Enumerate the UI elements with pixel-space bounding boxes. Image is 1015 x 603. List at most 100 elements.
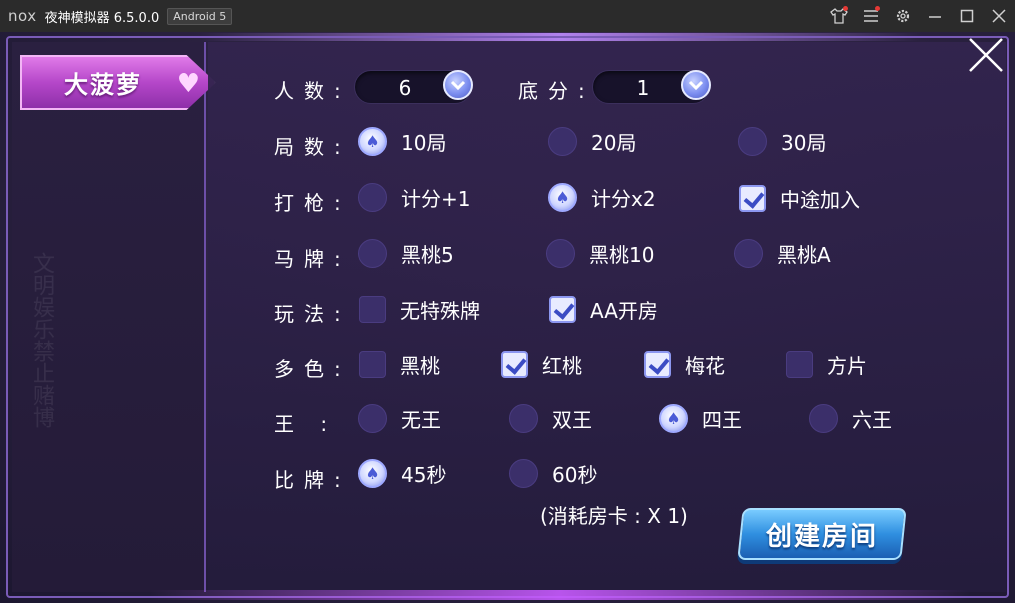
play-mode-label: 玩法: xyxy=(274,302,351,326)
heart-icon: ♥ xyxy=(176,69,200,99)
multi-color-label: 多色: xyxy=(274,357,351,381)
option-label: 梅花 xyxy=(685,354,725,378)
option-label: 计分+1 xyxy=(401,187,471,211)
base-score-label: 底分: xyxy=(518,79,595,103)
rounds-label: 局数: xyxy=(274,135,351,159)
radio-button[interactable] xyxy=(734,239,763,268)
option-label: 无王 xyxy=(401,408,441,432)
room-card-cost: (消耗房卡 : X 1) xyxy=(540,504,688,528)
rounds-option-20[interactable]: 20局 xyxy=(548,127,636,156)
notification-dot xyxy=(843,6,848,11)
kings-label: 王 : xyxy=(274,412,338,436)
option-label: 黑桃 xyxy=(400,354,440,378)
compare-option-45s[interactable]: 45秒 xyxy=(358,459,446,488)
radio-button[interactable] xyxy=(548,127,577,156)
checkbox[interactable] xyxy=(739,185,766,212)
checkbox[interactable] xyxy=(549,296,576,323)
close-icon[interactable] xyxy=(983,0,1015,32)
option-label: 双王 xyxy=(552,408,592,432)
option-label: AA开房 xyxy=(590,299,658,323)
radio-button[interactable] xyxy=(546,239,575,268)
rounds-option-30[interactable]: 30局 xyxy=(738,127,826,156)
horse-card-label: 马牌: xyxy=(274,247,351,271)
radio-button[interactable] xyxy=(358,239,387,268)
create-room-label: 创建房间 xyxy=(765,521,878,552)
radio-button[interactable] xyxy=(358,459,387,488)
radio-button[interactable] xyxy=(509,404,538,433)
option-label: 45秒 xyxy=(401,463,447,487)
android-version-badge: Android 5 xyxy=(167,7,233,25)
radio-button[interactable] xyxy=(358,404,387,433)
people-select[interactable]: 6 xyxy=(354,70,473,104)
sidebar-ghost-text: 文明娱乐禁止赌博 xyxy=(29,252,54,428)
checkbox[interactable] xyxy=(786,351,813,378)
checkbox[interactable] xyxy=(501,351,528,378)
checkbox[interactable] xyxy=(644,351,671,378)
gear-icon[interactable] xyxy=(887,0,919,32)
radio-button[interactable] xyxy=(358,127,387,156)
option-label: 六王 xyxy=(852,408,892,432)
option-label: 四王 xyxy=(702,408,742,432)
radio-button[interactable] xyxy=(659,404,688,433)
color-diamond-checkbox[interactable]: 方片 xyxy=(786,350,867,379)
option-label: 10局 xyxy=(401,131,447,155)
tab-label: 大菠萝 xyxy=(64,71,142,99)
option-label: 黑桃10 xyxy=(589,243,655,267)
option-label: 方片 xyxy=(827,354,867,378)
option-label: 计分x2 xyxy=(591,187,656,211)
option-label: 60秒 xyxy=(552,463,598,487)
color-spade-checkbox[interactable]: 黑桃 xyxy=(359,350,440,379)
rounds-option-10[interactable]: 10局 xyxy=(358,127,446,156)
horse-option-spade10[interactable]: 黑桃10 xyxy=(546,239,654,268)
shoot-option-x2[interactable]: 计分x2 xyxy=(548,183,656,212)
kings-option-two[interactable]: 双王 xyxy=(509,404,592,433)
color-heart-checkbox[interactable]: 红桃 xyxy=(501,350,582,379)
color-club-checkbox[interactable]: 梅花 xyxy=(644,350,725,379)
chevron-down-icon[interactable] xyxy=(443,70,473,100)
aa-room-checkbox[interactable]: AA开房 xyxy=(549,295,658,324)
tab-da-bo-luo[interactable]: 大菠萝 ♥ xyxy=(20,55,216,110)
radio-button[interactable] xyxy=(548,183,577,212)
horse-option-spadeA[interactable]: 黑桃A xyxy=(734,239,831,268)
close-dialog-button[interactable] xyxy=(966,35,1006,75)
maximize-icon[interactable] xyxy=(951,0,983,32)
no-special-card-checkbox[interactable]: 无特殊牌 xyxy=(359,295,480,324)
kings-option-six[interactable]: 六王 xyxy=(809,404,892,433)
radio-button[interactable] xyxy=(509,459,538,488)
minimize-icon[interactable] xyxy=(919,0,951,32)
bottom-glow xyxy=(150,590,970,600)
option-label: 黑桃A xyxy=(777,243,831,267)
kings-option-none[interactable]: 无王 xyxy=(358,404,441,433)
horse-option-spade5[interactable]: 黑桃5 xyxy=(358,239,454,268)
shirt-icon[interactable] xyxy=(823,0,855,32)
shoot-label: 打枪: xyxy=(274,191,351,215)
chevron-down-icon[interactable] xyxy=(681,70,711,100)
radio-button[interactable] xyxy=(738,127,767,156)
kings-option-four[interactable]: 四王 xyxy=(659,404,742,433)
option-label: 红桃 xyxy=(542,354,582,378)
base-score-select[interactable]: 1 xyxy=(592,70,711,104)
option-label: 30局 xyxy=(781,131,827,155)
game-type-sidebar: 文明娱乐禁止赌博 xyxy=(12,42,206,592)
title-bar: nox 夜神模拟器 6.5.0.0 Android 5 xyxy=(0,0,1015,32)
option-label: 中途加入 xyxy=(780,188,860,212)
people-value: 6 xyxy=(398,76,412,100)
option-label: 无特殊牌 xyxy=(400,299,480,323)
base-score-value: 1 xyxy=(636,76,650,100)
option-label: 20局 xyxy=(591,131,637,155)
compare-option-60s[interactable]: 60秒 xyxy=(509,459,597,488)
compare-label: 比牌: xyxy=(274,468,351,492)
checkbox[interactable] xyxy=(359,351,386,378)
menu-icon[interactable] xyxy=(855,0,887,32)
join-midway-checkbox[interactable]: 中途加入 xyxy=(739,184,860,213)
create-room-button[interactable]: 创建房间 xyxy=(737,508,907,560)
radio-button[interactable] xyxy=(358,183,387,212)
notification-dot xyxy=(875,6,880,11)
shoot-option-plus1[interactable]: 计分+1 xyxy=(358,183,470,212)
nox-logo: nox xyxy=(8,7,37,25)
people-label: 人数: xyxy=(274,79,351,103)
option-label: 黑桃5 xyxy=(401,243,454,267)
app-title: 夜神模拟器 6.5.0.0 xyxy=(44,10,160,26)
checkbox[interactable] xyxy=(359,296,386,323)
radio-button[interactable] xyxy=(809,404,838,433)
